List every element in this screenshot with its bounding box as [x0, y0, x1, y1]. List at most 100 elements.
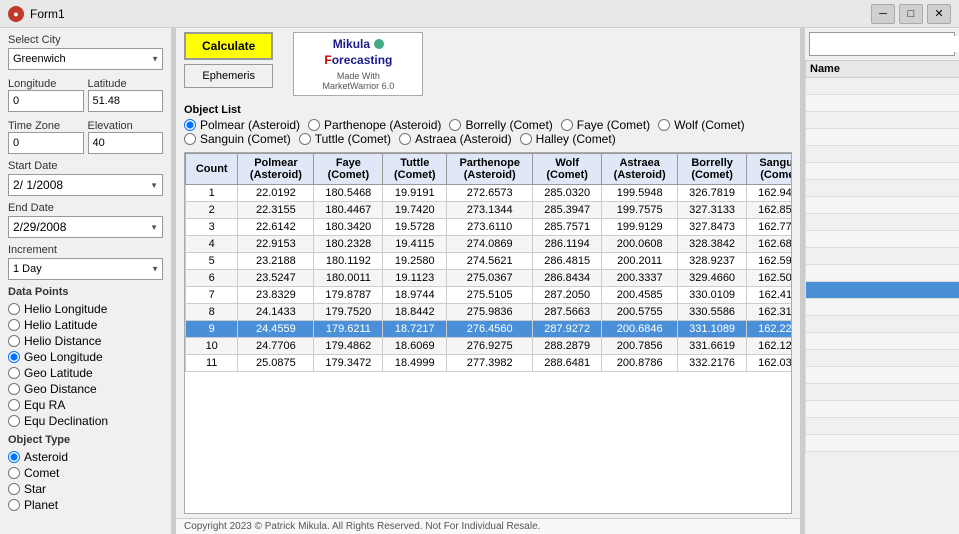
radio-asteroid[interactable]: Asteroid: [8, 450, 163, 464]
names-row[interactable]: Nguyen-McCarty21572: [806, 112, 959, 129]
cell-value: 162.5032: [747, 270, 792, 287]
names-row[interactable]: Negron21577: [806, 180, 959, 197]
names-row[interactable]: Polmear21585: [806, 282, 959, 299]
radio-geo-lat[interactable]: Geo Latitude: [8, 366, 163, 380]
maximize-button[interactable]: □: [899, 4, 923, 24]
table-row[interactable]: 1024.7706179.486218.6069276.9275288.2879…: [186, 338, 793, 355]
close-button[interactable]: ✕: [927, 4, 951, 24]
radio-helio-long-input[interactable]: [8, 303, 20, 315]
timezone-input[interactable]: [8, 132, 84, 154]
end-date-label: End Date: [8, 202, 163, 214]
left-panel: Select City Greenwich New York London To…: [0, 28, 172, 534]
names-table-container[interactable]: Name Number Muralidhar21570Naegeli21571N…: [805, 60, 959, 534]
radio-helio-dist-input[interactable]: [8, 335, 20, 347]
radio-geo-long-input[interactable]: [8, 351, 20, 363]
obj-faye[interactable]: Faye (Comet): [561, 118, 650, 132]
obj-halley-input[interactable]: [520, 133, 532, 145]
radio-helio-dist[interactable]: Helio Distance: [8, 334, 163, 348]
names-row[interactable]: Ernestoruiz21581: [806, 214, 959, 231]
search-input[interactable]: [810, 36, 959, 52]
longitude-input[interactable]: [8, 90, 84, 112]
search-box[interactable]: 🔍: [809, 32, 955, 56]
obj-borrelly-input[interactable]: [449, 119, 461, 131]
radio-helio-lat-input[interactable]: [8, 319, 20, 331]
radio-helio-long[interactable]: Helio Longitude: [8, 302, 163, 316]
names-row[interactable]: Christopynn21587: [806, 316, 959, 333]
end-date-picker[interactable]: 2/29/2008 ▼: [8, 216, 163, 238]
table-row[interactable]: 222.3155180.446719.7420273.1344285.39471…: [186, 202, 793, 219]
radio-comet-input[interactable]: [8, 467, 20, 479]
names-row[interactable]: McGivney21576: [806, 163, 959, 180]
obj-wolf[interactable]: Wolf (Comet): [658, 118, 744, 132]
table-row[interactable]: 422.9153180.232819.4115274.0869286.11942…: [186, 236, 793, 253]
table-row[interactable]: 623.5247180.001119.1123275.0367286.84342…: [186, 270, 793, 287]
names-row[interactable]: Ialmenus21602: [806, 367, 959, 384]
city-combo-wrapper[interactable]: Greenwich New York London Tokyo: [8, 48, 163, 70]
radio-equ-ra[interactable]: Equ RA: [8, 398, 163, 412]
radio-helio-lat[interactable]: Helio Latitude: [8, 318, 163, 332]
start-date-picker[interactable]: 2/ 1/2008 ▼: [8, 174, 163, 196]
radio-asteroid-input[interactable]: [8, 451, 20, 463]
obj-tuttle[interactable]: Tuttle (Comet): [299, 132, 391, 146]
obj-sanguin-input[interactable]: [184, 133, 196, 145]
table-row[interactable]: 122.0192180.546819.9191272.6573285.03201…: [186, 185, 793, 202]
obj-parthenope[interactable]: Parthenope (Asteroid): [308, 118, 441, 132]
obj-polmear-input[interactable]: [184, 119, 196, 131]
names-row[interactable]: Williamcaleb21609: [806, 435, 959, 452]
latitude-input[interactable]: [88, 90, 164, 112]
radio-star-input[interactable]: [8, 483, 20, 495]
names-row[interactable]: Gloyna21608: [806, 418, 959, 435]
names-row[interactable]: Caropietsch21583: [806, 248, 959, 265]
names-row[interactable]: Gianelli21588: [806, 333, 959, 350]
names-row[interactable]: Arunvenkatar...21582: [806, 231, 959, 248]
data-table-container[interactable]: Count Polmear(Asteroid) Faye(Comet) Tutt…: [184, 152, 792, 514]
radio-geo-dist-input[interactable]: [8, 383, 20, 395]
elevation-input[interactable]: [88, 132, 164, 154]
radio-geo-dist[interactable]: Geo Distance: [8, 382, 163, 396]
names-row[interactable]: Ouzan21574: [806, 129, 959, 146]
radio-equ-decl-input[interactable]: [8, 415, 20, 427]
obj-parthenope-input[interactable]: [308, 119, 320, 131]
table-row[interactable]: 824.1433179.752018.8442275.9836287.56632…: [186, 304, 793, 321]
obj-wolf-input[interactable]: [658, 119, 670, 131]
names-row[interactable]: Muralidhar21570: [806, 78, 959, 95]
obj-polmear[interactable]: Polmear (Asteroid): [184, 118, 300, 132]
radio-geo-lat-input[interactable]: [8, 367, 20, 379]
radio-equ-ra-input[interactable]: [8, 399, 20, 411]
minimize-button[interactable]: ─: [871, 4, 895, 24]
names-row[interactable]: Polepeddi21584: [806, 265, 959, 282]
radio-equ-decl-label: Equ Declination: [24, 414, 108, 428]
obj-halley[interactable]: Halley (Comet): [520, 132, 616, 146]
obj-borrelly[interactable]: Borrelly (Comet): [449, 118, 552, 132]
increment-combo-wrapper[interactable]: 1 Day 1 Week 1 Month: [8, 258, 163, 280]
radio-planet-input[interactable]: [8, 499, 20, 511]
table-row[interactable]: 924.4559179.621118.7217276.4560287.92722…: [186, 321, 793, 338]
names-row[interactable]: Pourkaviani21586: [806, 299, 959, 316]
obj-sanguin[interactable]: Sanguin (Comet): [184, 132, 291, 146]
names-row[interactable]: Reynoso21605: [806, 384, 959, 401]
table-row[interactable]: 322.6142180.342019.5728273.6110285.75711…: [186, 219, 793, 236]
th-name: Name: [806, 61, 959, 78]
obj-faye-input[interactable]: [561, 119, 573, 131]
city-select[interactable]: Greenwich New York London Tokyo: [8, 48, 163, 70]
radio-geo-long[interactable]: Geo Longitude: [8, 350, 163, 364]
table-row[interactable]: 523.2188180.119219.2580274.5621286.48152…: [186, 253, 793, 270]
table-row[interactable]: 1125.0875179.347218.4999277.3982288.6481…: [186, 355, 793, 372]
radio-planet[interactable]: Planet: [8, 498, 163, 512]
obj-astraea[interactable]: Astraea (Asteroid): [399, 132, 512, 146]
radio-comet[interactable]: Comet: [8, 466, 163, 480]
ephemeris-button[interactable]: Ephemeris: [184, 64, 273, 88]
radio-star[interactable]: Star: [8, 482, 163, 496]
radio-equ-decl[interactable]: Equ Declination: [8, 414, 163, 428]
increment-select[interactable]: 1 Day 1 Week 1 Month: [8, 258, 163, 280]
tz-elev-row: Time Zone Elevation: [8, 118, 163, 154]
obj-astraea-input[interactable]: [399, 133, 411, 145]
table-row[interactable]: 723.8329179.878718.9744275.5105287.20502…: [186, 287, 793, 304]
obj-tuttle-input[interactable]: [299, 133, 311, 145]
names-row[interactable]: Portalatin21580: [806, 197, 959, 214]
names-row[interactable]: Robel21607: [806, 401, 959, 418]
names-row[interactable]: Naegeli21571: [806, 95, 959, 112]
names-row[interactable]: Rafes21589: [806, 350, 959, 367]
names-row[interactable]: Padmanabhan21575: [806, 146, 959, 163]
calculate-button[interactable]: Calculate: [184, 32, 273, 60]
